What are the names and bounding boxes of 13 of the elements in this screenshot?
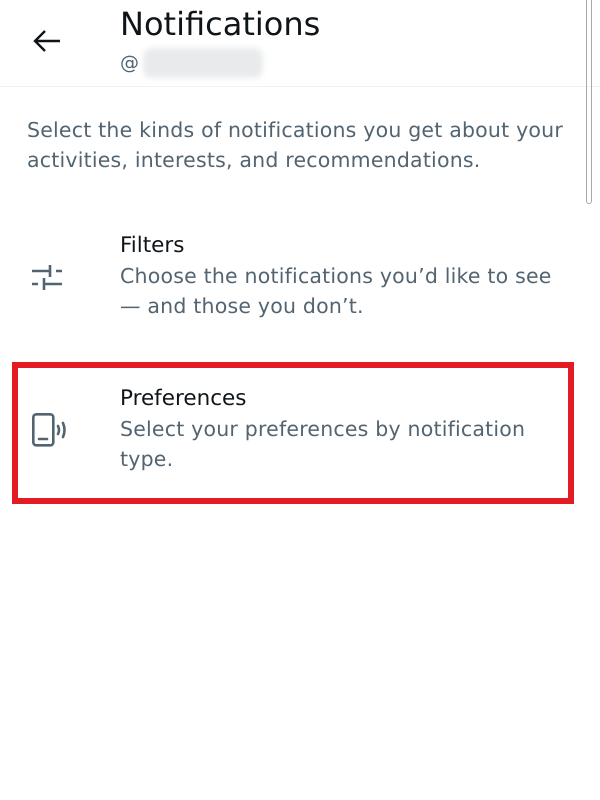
back-button[interactable] — [32, 28, 62, 54]
page-title: Notifications — [120, 4, 320, 44]
sliders-icon — [32, 263, 62, 291]
phone-vibration-icon — [32, 413, 68, 447]
item-subtitle: Choose the notifications you’d like to see — and those you don’t. — [120, 263, 553, 320]
back-arrow-icon — [33, 29, 61, 53]
item-title: Filters — [120, 232, 186, 260]
settings-item[interactable]: Filters Choose the notifications you’d like to see — and those you don’t. — [12, 225, 574, 327]
handle-prefix: @ — [120, 51, 139, 76]
item-title: Preferences — [120, 385, 248, 413]
description-text: Select the kinds of notifications you get about your activities, interests, and recommendations. — [27, 117, 564, 174]
item-subtitle: Select your preferences by notification type. — [120, 416, 526, 473]
settings-item[interactable]: Preferences Select your preferences by notification type. — [12, 362, 574, 504]
